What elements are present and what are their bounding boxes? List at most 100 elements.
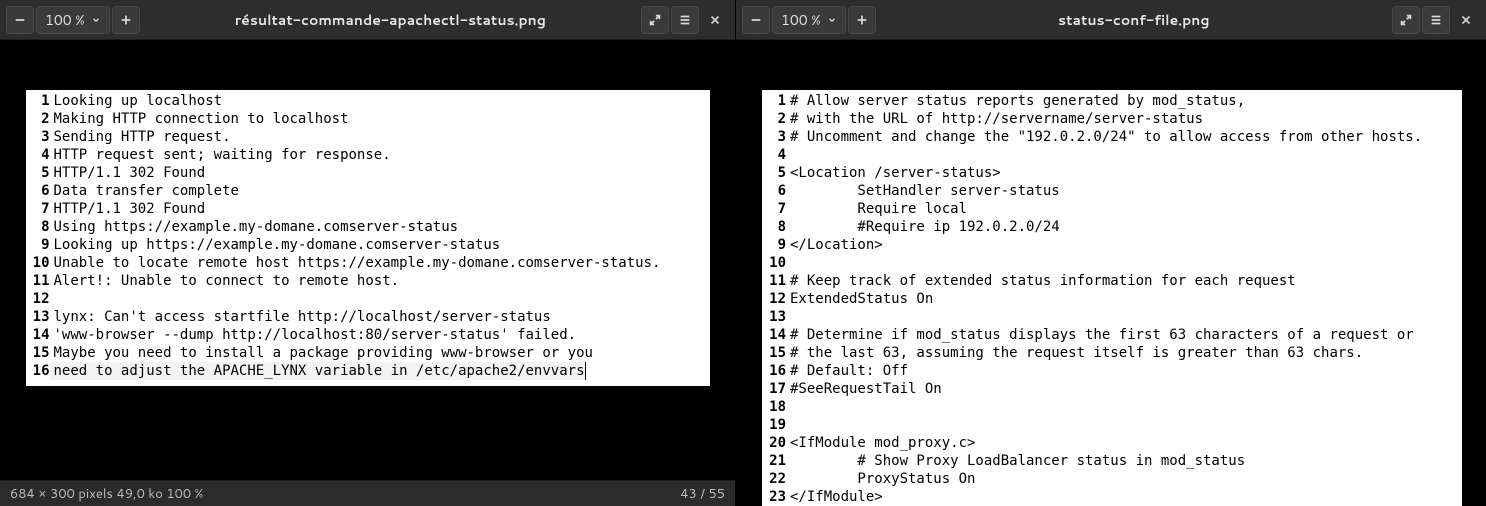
line-text: ExtendedStatus On	[786, 290, 933, 308]
line-text: # Default: Off	[786, 362, 908, 380]
line-number: 1	[28, 92, 50, 110]
zoom-out-button[interactable]	[6, 6, 34, 34]
line-text: <IfModule mod_proxy.c>	[786, 434, 975, 452]
menu-button[interactable]	[1422, 6, 1450, 34]
line-text: Unable to locate remote host https://exa…	[50, 254, 661, 272]
text-line: 21 # Show Proxy LoadBalancer status in m…	[764, 452, 1458, 470]
fullscreen-icon	[648, 13, 662, 27]
line-text: HTTP/1.1 302 Found	[50, 164, 206, 182]
zoom-out-button[interactable]	[742, 6, 770, 34]
line-text: Looking up https://example.my-domane.com…	[50, 236, 501, 254]
line-text: Maybe you need to install a package prov…	[50, 344, 593, 362]
line-text	[786, 254, 790, 272]
zoom-level-label: 100 %	[45, 10, 85, 30]
line-number: 7	[764, 200, 786, 218]
text-line: 7 Require local	[764, 200, 1458, 218]
line-text	[786, 146, 790, 164]
line-number: 22	[764, 470, 786, 488]
text-line: 10	[764, 254, 1458, 272]
plus-icon	[119, 13, 133, 27]
text-line: 16need to adjust the APACHE_LYNX variabl…	[28, 362, 704, 380]
line-number: 11	[764, 272, 786, 290]
document-content: 1# Allow server status reports generated…	[762, 90, 1462, 506]
line-number: 14	[28, 326, 50, 344]
line-number: 8	[28, 218, 50, 236]
minus-icon	[13, 13, 27, 27]
zoom-level-dropdown[interactable]: 100 %	[772, 6, 846, 34]
line-text: #SeeRequestTail On	[786, 380, 942, 398]
line-text: Require local	[786, 200, 967, 218]
line-number: 14	[764, 326, 786, 344]
line-number: 3	[28, 128, 50, 146]
line-text	[786, 416, 790, 434]
close-icon	[708, 13, 722, 27]
minus-icon	[749, 13, 763, 27]
line-number: 13	[28, 308, 50, 326]
line-number: 2	[28, 110, 50, 128]
line-number: 6	[28, 182, 50, 200]
line-text: HTTP/1.1 302 Found	[50, 200, 206, 218]
line-number: 9	[764, 236, 786, 254]
line-number: 10	[28, 254, 50, 272]
line-text	[786, 308, 790, 326]
line-number: 17	[764, 380, 786, 398]
image-viewport[interactable]: 1Looking up localhost2Making HTTP connec…	[0, 40, 735, 480]
line-number: 5	[28, 164, 50, 182]
status-info-left: 684 × 300 pixels 49,0 ko 100 %	[10, 485, 203, 503]
zoom-level-dropdown[interactable]: 100 %	[36, 6, 110, 34]
line-number: 6	[764, 182, 786, 200]
line-text: 'www-browser --dump http://localhost:80/…	[50, 326, 577, 344]
line-text: SetHandler server-status	[786, 182, 1060, 200]
close-button[interactable]	[1452, 6, 1480, 34]
text-line: 19	[764, 416, 1458, 434]
document-content: 1Looking up localhost2Making HTTP connec…	[26, 90, 710, 386]
text-line: 15Maybe you need to install a package pr…	[28, 344, 704, 362]
text-line: 3Sending HTTP request.	[28, 128, 704, 146]
line-text	[786, 398, 790, 416]
text-line: 9Looking up https://example.my-domane.co…	[28, 236, 704, 254]
line-text: # the last 63, assuming the request itse…	[786, 344, 1363, 362]
image-viewer-right: 100 % status-conf-file.png 1# Allow serv…	[736, 0, 1486, 506]
line-number: 7	[28, 200, 50, 218]
line-number: 23	[764, 488, 786, 506]
text-line: 1# Allow server status reports generated…	[764, 92, 1458, 110]
line-text: # Show Proxy LoadBalancer status in mod_…	[786, 452, 1245, 470]
fullscreen-button[interactable]	[1392, 6, 1420, 34]
fullscreen-button[interactable]	[641, 6, 669, 34]
line-text: ProxyStatus On	[786, 470, 975, 488]
text-line: 4	[764, 146, 1458, 164]
text-line: 8Using https://example.my-domane.comserv…	[28, 218, 704, 236]
zoom-in-button[interactable]	[112, 6, 140, 34]
menu-button[interactable]	[671, 6, 699, 34]
line-text: lynx: Can't access startfile http://loca…	[50, 308, 551, 326]
text-line: 6 SetHandler server-status	[764, 182, 1458, 200]
line-text: </Location>	[786, 236, 883, 254]
image-viewport[interactable]: 1# Allow server status reports generated…	[736, 40, 1486, 506]
zoom-in-button[interactable]	[848, 6, 876, 34]
line-number: 20	[764, 434, 786, 452]
line-number: 10	[764, 254, 786, 272]
close-button[interactable]	[701, 6, 729, 34]
toolbar: 100 % résultat-commande-apachectl-status…	[0, 0, 735, 40]
text-line: 16# Default: Off	[764, 362, 1458, 380]
text-line: 13	[764, 308, 1458, 326]
line-text: Sending HTTP request.	[50, 128, 231, 146]
text-line: 8 #Require ip 192.0.2.0/24	[764, 218, 1458, 236]
line-number: 12	[28, 290, 50, 308]
hamburger-icon	[1429, 13, 1443, 27]
line-text: Data transfer complete	[50, 182, 239, 200]
text-line: 6Data transfer complete	[28, 182, 704, 200]
line-text: <Location /server-status>	[786, 164, 1001, 182]
line-text: #Require ip 192.0.2.0/24	[786, 218, 1060, 236]
zoom-level-label: 100 %	[781, 10, 821, 30]
fullscreen-icon	[1399, 13, 1413, 27]
text-line: 20<IfModule mod_proxy.c>	[764, 434, 1458, 452]
window-title: résultat-commande-apachectl-status.png	[146, 10, 635, 30]
line-number: 15	[28, 344, 50, 362]
text-line: 2Making HTTP connection to localhost	[28, 110, 704, 128]
status-bar: 684 × 300 pixels 49,0 ko 100 % 43 / 55	[0, 480, 735, 506]
text-line: 2# with the URL of http://servername/ser…	[764, 110, 1458, 128]
line-text	[50, 290, 54, 308]
line-text: HTTP request sent; waiting for response.	[50, 146, 391, 164]
text-line: 10Unable to locate remote host https://e…	[28, 254, 704, 272]
